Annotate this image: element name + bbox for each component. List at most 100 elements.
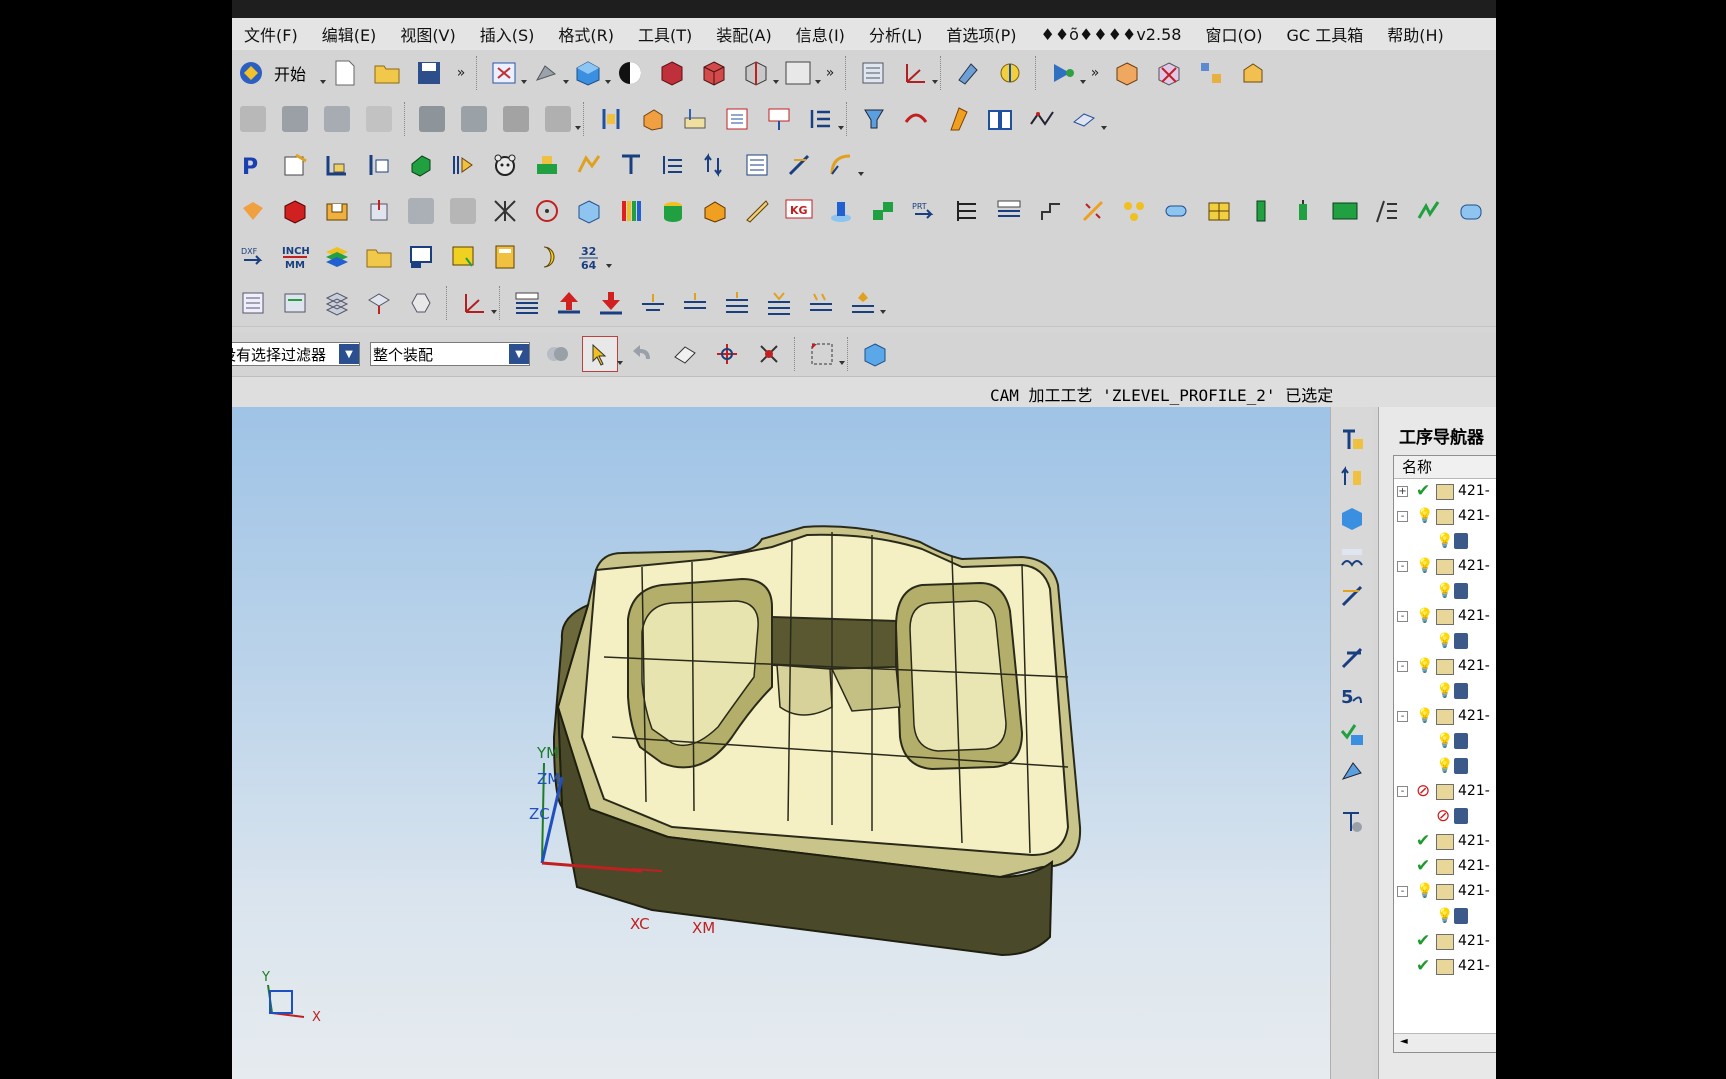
tree-row[interactable]: - 💡 421-	[1394, 655, 1496, 679]
edit-object-icon[interactable]	[951, 56, 985, 90]
wcs-icon[interactable]	[898, 56, 939, 90]
gray-bridge-icon[interactable]	[404, 194, 438, 228]
gray-plate-icon[interactable]	[446, 194, 480, 228]
geometry-view-icon[interactable]	[698, 148, 732, 182]
stacked-green-icon[interactable]	[278, 286, 312, 320]
feature-box-icon[interactable]	[636, 102, 670, 136]
create-tool-icon[interactable]	[320, 148, 354, 182]
tree-list-icon[interactable]	[950, 194, 984, 228]
red-cube-icon[interactable]	[655, 56, 689, 90]
program-order-icon[interactable]	[614, 148, 648, 182]
pocket-icon[interactable]	[320, 194, 354, 228]
collapse-icon[interactable]: -	[1397, 886, 1408, 897]
layer-settings-icon[interactable]	[856, 56, 890, 90]
verify-nav-icon[interactable]	[1339, 721, 1365, 747]
tree-row[interactable]: ✔ 421-	[1394, 955, 1496, 979]
collapse-icon[interactable]: -	[1397, 711, 1408, 722]
orange-face-icon[interactable]	[698, 194, 732, 228]
select-cursor-icon[interactable]	[582, 336, 623, 372]
level-diamond-icon[interactable]	[846, 286, 886, 320]
level-split-icon[interactable]	[762, 286, 796, 320]
column-header-name[interactable]: 名称	[1394, 456, 1496, 479]
graphics-window[interactable]: YM ZM ZC XC XM Y X	[232, 407, 1330, 1079]
tree-row[interactable]: ✔ 421-	[1394, 830, 1496, 854]
fit-tool-icon[interactable]	[762, 102, 796, 136]
stack-gray-2-icon[interactable]	[320, 102, 354, 136]
machine-tool-nav-icon[interactable]	[1339, 465, 1365, 491]
inch-mm-icon[interactable]: INCH MM	[278, 240, 312, 274]
tree-row[interactable]: 💡	[1394, 730, 1496, 754]
moon-icon[interactable]	[530, 240, 564, 274]
new-file-icon[interactable]	[328, 56, 362, 90]
fit-view-icon[interactable]	[487, 56, 528, 90]
menu-format[interactable]: 格式(R)	[546, 22, 626, 46]
open-folder-icon[interactable]	[370, 56, 404, 90]
toolbar-overflow-2[interactable]: »	[823, 66, 837, 80]
menu-help[interactable]: 帮助(H)	[1375, 22, 1456, 46]
move-down-icon[interactable]	[594, 286, 628, 320]
type-filter-select[interactable]: 没有选择过滤器 ▼	[232, 342, 360, 366]
program-order-view-icon[interactable]	[1339, 427, 1365, 453]
orient-view-icon[interactable]	[993, 56, 1027, 90]
toolbar-overflow-1[interactable]: »	[454, 66, 468, 80]
wireframe-cube-icon[interactable]	[697, 56, 731, 90]
tool-gray-icon[interactable]	[541, 102, 581, 136]
start-menu-button[interactable]: 开始	[274, 61, 306, 85]
scatter-icon[interactable]	[1076, 194, 1110, 228]
arrow-box-icon[interactable]	[236, 194, 270, 228]
roles-nav-icon[interactable]	[1339, 645, 1365, 671]
screen-icon[interactable]	[404, 240, 438, 274]
menu-information[interactable]: 信息(I)	[784, 22, 857, 46]
play-icon[interactable]	[1046, 56, 1087, 90]
model-view[interactable]: YM ZM ZC XC XM Y X	[232, 407, 1330, 1079]
create-method-icon[interactable]	[404, 148, 438, 182]
component-icon[interactable]	[1236, 56, 1270, 90]
shaded-cube-icon[interactable]	[571, 56, 612, 90]
snap-multi-icon[interactable]	[752, 337, 786, 371]
save-icon[interactable]	[412, 56, 446, 90]
red-block-icon[interactable]	[278, 194, 312, 228]
cross-lines-icon[interactable]	[488, 194, 522, 228]
menu-view[interactable]: 视图(V)	[388, 22, 467, 46]
tree-row[interactable]: - 💡 421-	[1394, 705, 1496, 729]
stack-tool-icon[interactable]	[362, 194, 396, 228]
menu-plugin[interactable]: ♦♦õ♦♦♦♦v2.58	[1028, 25, 1193, 44]
tree-row[interactable]: - 💡 421-	[1394, 505, 1496, 529]
display-mode-icon[interactable]	[613, 56, 647, 90]
hexagon-plates-icon[interactable]	[404, 286, 438, 320]
kg-icon[interactable]: KG	[782, 194, 816, 228]
collapse-icon[interactable]: -	[1397, 661, 1408, 672]
bracket-icon[interactable]	[594, 102, 628, 136]
sketch-grid-icon[interactable]	[236, 102, 270, 136]
level-multi-icon[interactable]	[720, 286, 754, 320]
tool-path-icon[interactable]	[572, 148, 606, 182]
wcs-orient-icon[interactable]	[457, 286, 497, 320]
stacked-plates-icon[interactable]	[320, 286, 354, 320]
assembly-tree-icon[interactable]	[1194, 56, 1228, 90]
rotate-view-icon[interactable]	[529, 56, 570, 90]
navigator-tree[interactable]: 名称 + ✔ 421- - 💡 421- 💡 - 💡 421- 💡 - 💡 421- 💡 - 💡 421- 💡 - 💡 4…	[1393, 455, 1496, 1053]
scope-select[interactable]: 整个装配 ▼	[370, 342, 530, 366]
tree-row[interactable]: 💡	[1394, 530, 1496, 554]
note-icon[interactable]	[446, 240, 480, 274]
section-cube-icon[interactable]	[739, 56, 780, 90]
method-view-icon[interactable]	[740, 148, 774, 182]
dots-icon[interactable]	[1118, 194, 1152, 228]
feature-nav-icon[interactable]	[1339, 583, 1365, 609]
menu-insert[interactable]: 插入(S)	[468, 22, 547, 46]
level-insert-icon[interactable]	[678, 286, 712, 320]
calculator-icon[interactable]	[488, 240, 522, 274]
undo-arrow-icon[interactable]	[626, 337, 660, 371]
fraction-icon[interactable]: 32 64	[572, 240, 612, 274]
rainbow-icon[interactable]	[614, 194, 648, 228]
collapse-icon[interactable]: -	[1397, 511, 1408, 522]
chevron-down-icon[interactable]: ▼	[509, 344, 529, 364]
hammer-icon[interactable]	[415, 102, 449, 136]
create-program-icon[interactable]	[278, 148, 312, 182]
delete-box-icon[interactable]	[1152, 56, 1186, 90]
green-bar-icon[interactable]	[1244, 194, 1278, 228]
book-icon[interactable]	[983, 102, 1017, 136]
list-red-icon[interactable]	[720, 102, 754, 136]
menu-analysis[interactable]: 分析(L)	[857, 22, 934, 46]
part-box-icon[interactable]	[1110, 56, 1144, 90]
